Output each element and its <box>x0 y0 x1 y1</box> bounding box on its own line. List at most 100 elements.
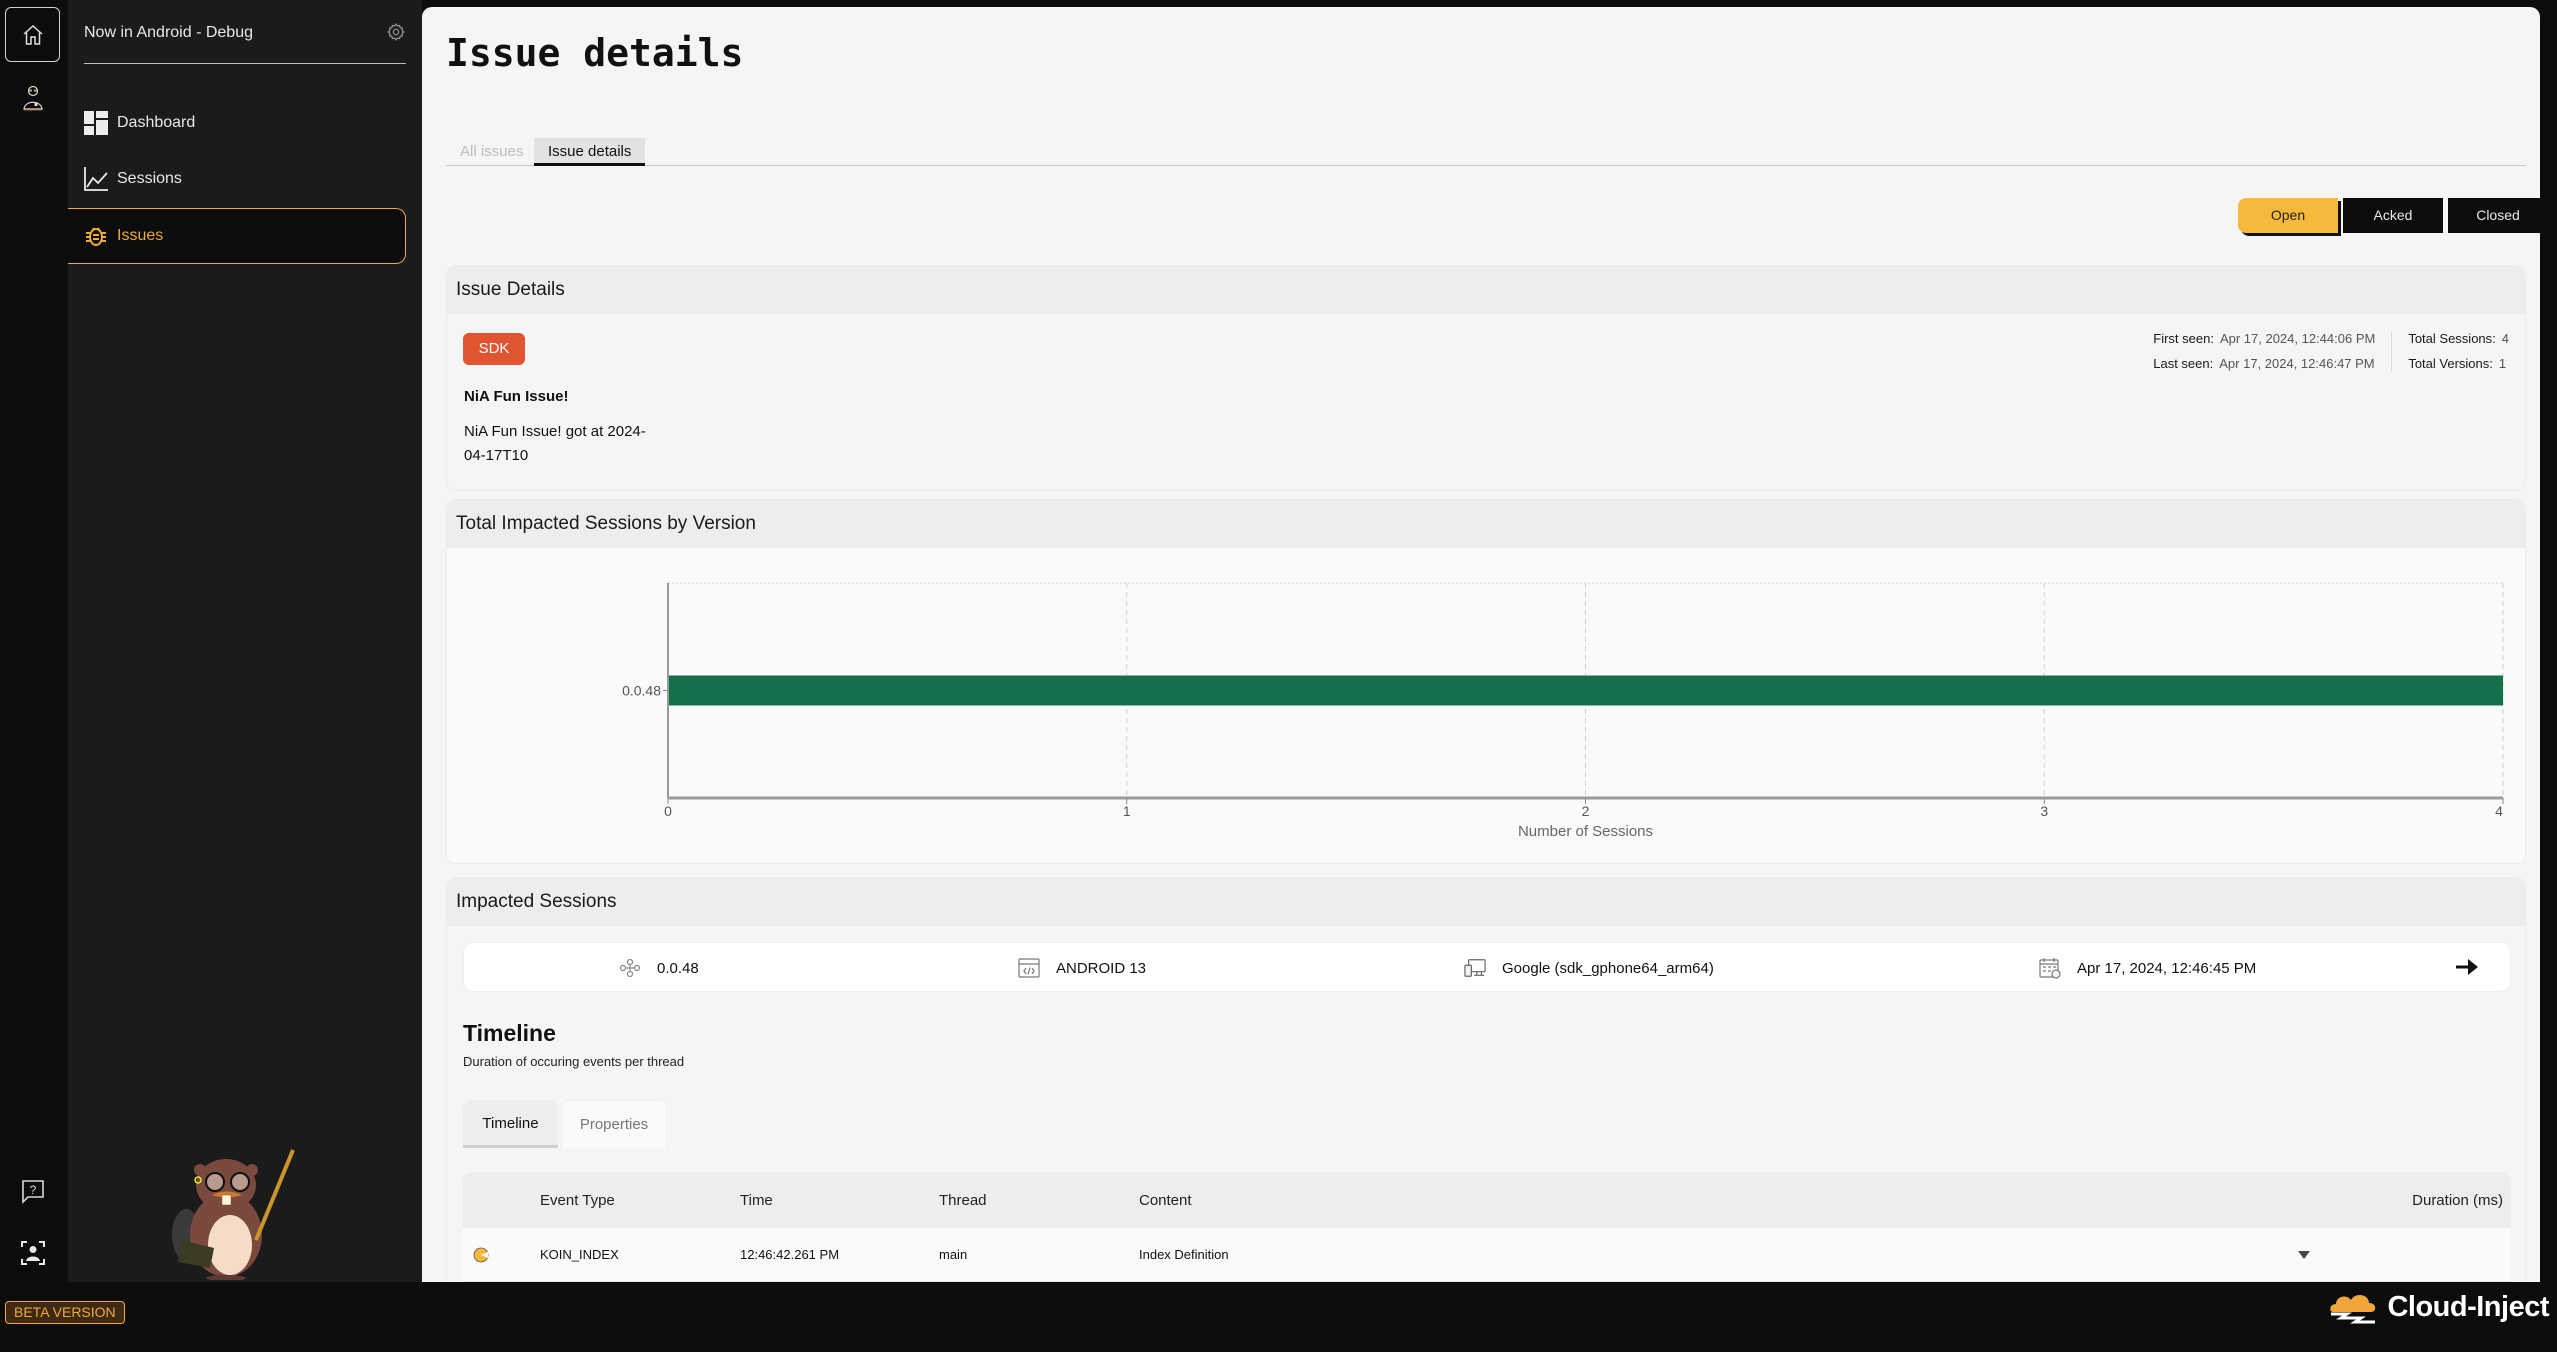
home-icon <box>23 24 42 45</box>
x-tick-label: 4 <box>2495 803 2503 819</box>
tab-issue-details[interactable]: Issue details <box>534 138 646 166</box>
cloud-lightning-icon <box>2330 1294 2376 1324</box>
total-sessions-label: Total Sessions: <box>2408 331 2496 346</box>
dashboard-icon <box>84 111 108 135</box>
session-os: ANDROID 13 <box>1018 943 1146 993</box>
chart-line-icon <box>84 167 108 191</box>
thread-cell: main <box>939 1247 968 1262</box>
status-open-button[interactable]: Open <box>2238 198 2338 233</box>
version-branch-icon <box>619 957 641 979</box>
status-acked-button[interactable]: Acked <box>2343 198 2443 233</box>
x-tick-label: 1 <box>1123 803 1131 819</box>
device-icon <box>1464 957 1486 979</box>
total-sessions-row: Total Sessions: 4 <box>2408 331 2509 346</box>
totals-column: Total Sessions: 4 Total Versions: 1 <box>2391 331 2509 371</box>
tab-properties[interactable]: Properties <box>561 1100 667 1148</box>
total-sessions-value: 4 <box>2501 331 2509 346</box>
beta-version-badge: BETA VERSION <box>5 1301 125 1324</box>
sidebar: Now in Android - Debug Dashboard Session… <box>68 0 422 1282</box>
last-seen-label: Last seen: <box>2153 356 2214 371</box>
sidebar-item-label: Issues <box>117 227 164 244</box>
column-header-duration[interactable]: Duration (ms) <box>2412 1172 2503 1228</box>
bug-icon <box>84 224 108 248</box>
table-row[interactable]: KOIN_INDEX 12:46:42.261 PM main Index De… <box>463 1228 2511 1282</box>
x-tick-label: 3 <box>2040 803 2048 819</box>
svg-text:?: ? <box>29 1183 36 1197</box>
icon-rail: ? <box>0 0 68 1282</box>
first-seen-row: First seen: Apr 17, 2024, 12:44:06 PM <box>2153 331 2375 346</box>
home-button[interactable] <box>5 7 60 62</box>
first-seen-value: Apr 17, 2024, 12:44:06 PM <box>2219 331 2376 346</box>
beaver-mascot-illustration <box>172 1149 295 1280</box>
sidebar-item-issues[interactable]: Issues <box>68 208 406 264</box>
issue-meta: First seen: Apr 17, 2024, 12:44:06 PM Las… <box>2137 331 2509 371</box>
session-version: 0.0.48 <box>619 943 699 993</box>
main-panel: Issue details All issues Issue details O… <box>422 7 2540 1282</box>
sidebar-item-label: Sessions <box>117 170 182 187</box>
user-avatar-button[interactable] <box>5 70 60 125</box>
sidebar-item-dashboard[interactable]: Dashboard <box>68 95 406 151</box>
session-device-value: Google (sdk_gphone64_arm64) <box>1502 959 1714 977</box>
project-name: Now in Android - Debug <box>84 24 253 41</box>
session-row[interactable]: 0.0.48 ANDROID 13 Google (sdk_gphone64_a… <box>463 942 2511 992</box>
gear-icon[interactable] <box>386 22 406 42</box>
total-versions-label: Total Versions: <box>2408 356 2493 371</box>
sidebar-item-label: Dashboard <box>117 114 196 131</box>
x-axis-label: Number of Sessions <box>1518 823 1653 840</box>
bar <box>668 675 2503 706</box>
issue-details-card: Issue Details SDK NiA Fun Issue! NiA Fun… <box>446 265 2526 491</box>
page-tabs: All issues Issue details <box>446 131 2526 166</box>
help-button[interactable]: ? <box>5 1163 60 1218</box>
issue-type-badge: SDK <box>463 333 525 365</box>
table-header: Event Type Time Thread Content Duration … <box>463 1172 2511 1228</box>
timeline-title: Timeline <box>463 1020 556 1046</box>
sidebar-item-sessions[interactable]: Sessions <box>68 151 406 207</box>
os-code-window-icon <box>1018 957 1040 979</box>
column-header-time[interactable]: Time <box>740 1172 773 1228</box>
timeline-subtitle: Duration of occuring events per thread <box>463 1054 685 1069</box>
session-date: Apr 17, 2024, 12:46:45 PM <box>2039 943 2256 993</box>
card-title: Issue Details <box>447 266 2525 314</box>
impacted-sessions-chart-card: Total Impacted Sessions by Version 0 1 2 3 4… <box>446 499 2526 864</box>
event-type-cell: KOIN_INDEX <box>540 1247 619 1262</box>
last-seen-row: Last seen: Apr 17, 2024, 12:46:47 PM <box>2153 356 2375 371</box>
x-tick-label: 0 <box>664 803 672 819</box>
bar-chart: 0 1 2 3 4 0.0.48 Number of Sessions <box>622 582 2504 840</box>
arrow-right-icon[interactable] <box>2454 956 2480 978</box>
koin-event-icon <box>473 1228 489 1281</box>
timeline-table: Event Type Time Thread Content Duration … <box>463 1172 2511 1282</box>
page-title: Issue details <box>446 31 744 75</box>
session-date-value: Apr 17, 2024, 12:46:45 PM <box>2077 959 2257 977</box>
brand-logo: Cloud-Inject <box>2327 1290 2549 1324</box>
card-title: Total Impacted Sessions by Version <box>447 500 2525 548</box>
impacted-sessions-card: Impacted Sessions 0.0.48 ANDROID 13 Goog… <box>446 877 2526 1282</box>
beaver-avatar-icon <box>22 85 43 110</box>
x-tick-label: 2 <box>1582 803 1590 819</box>
project-selector[interactable]: Now in Android - Debug <box>84 18 406 64</box>
calendar-clock-icon <box>2039 957 2061 979</box>
tab-all-issues[interactable]: All issues <box>446 138 537 166</box>
column-header-thread[interactable]: Thread <box>939 1172 987 1228</box>
status-closed-button[interactable]: Closed <box>2448 198 2540 233</box>
card-title: Impacted Sessions <box>447 878 2525 926</box>
time-cell: 12:46:42.261 PM <box>740 1247 840 1262</box>
session-device: Google (sdk_gphone64_arm64) <box>1464 943 1714 993</box>
first-seen-label: First seen: <box>2153 331 2214 346</box>
issue-status-toggle: Open Acked Closed <box>2230 198 2540 234</box>
expand-row-icon[interactable] <box>2297 1228 2311 1281</box>
issue-title: NiA Fun Issue! <box>464 388 569 405</box>
tab-timeline[interactable]: Timeline <box>463 1100 558 1148</box>
chart-body: 0 1 2 3 4 0.0.48 Number of Sessions <box>447 548 2525 863</box>
total-versions-value: 1 <box>2498 356 2507 371</box>
column-header-content[interactable]: Content <box>1139 1172 1192 1228</box>
last-seen-value: Apr 17, 2024, 12:46:47 PM <box>2219 356 2375 371</box>
help-chat-icon: ? <box>21 1179 44 1204</box>
account-button[interactable] <box>5 1225 60 1280</box>
content-cell: Index Definition <box>1139 1247 1229 1262</box>
y-tick-label: 0.0.48 <box>622 683 661 699</box>
seen-column: First seen: Apr 17, 2024, 12:44:06 PM Las… <box>2137 331 2391 371</box>
column-header-event-type[interactable]: Event Type <box>540 1172 615 1228</box>
session-os-value: ANDROID 13 <box>1056 959 1147 977</box>
account-scan-icon <box>20 1240 45 1265</box>
total-versions-row: Total Versions: 1 <box>2408 356 2509 371</box>
